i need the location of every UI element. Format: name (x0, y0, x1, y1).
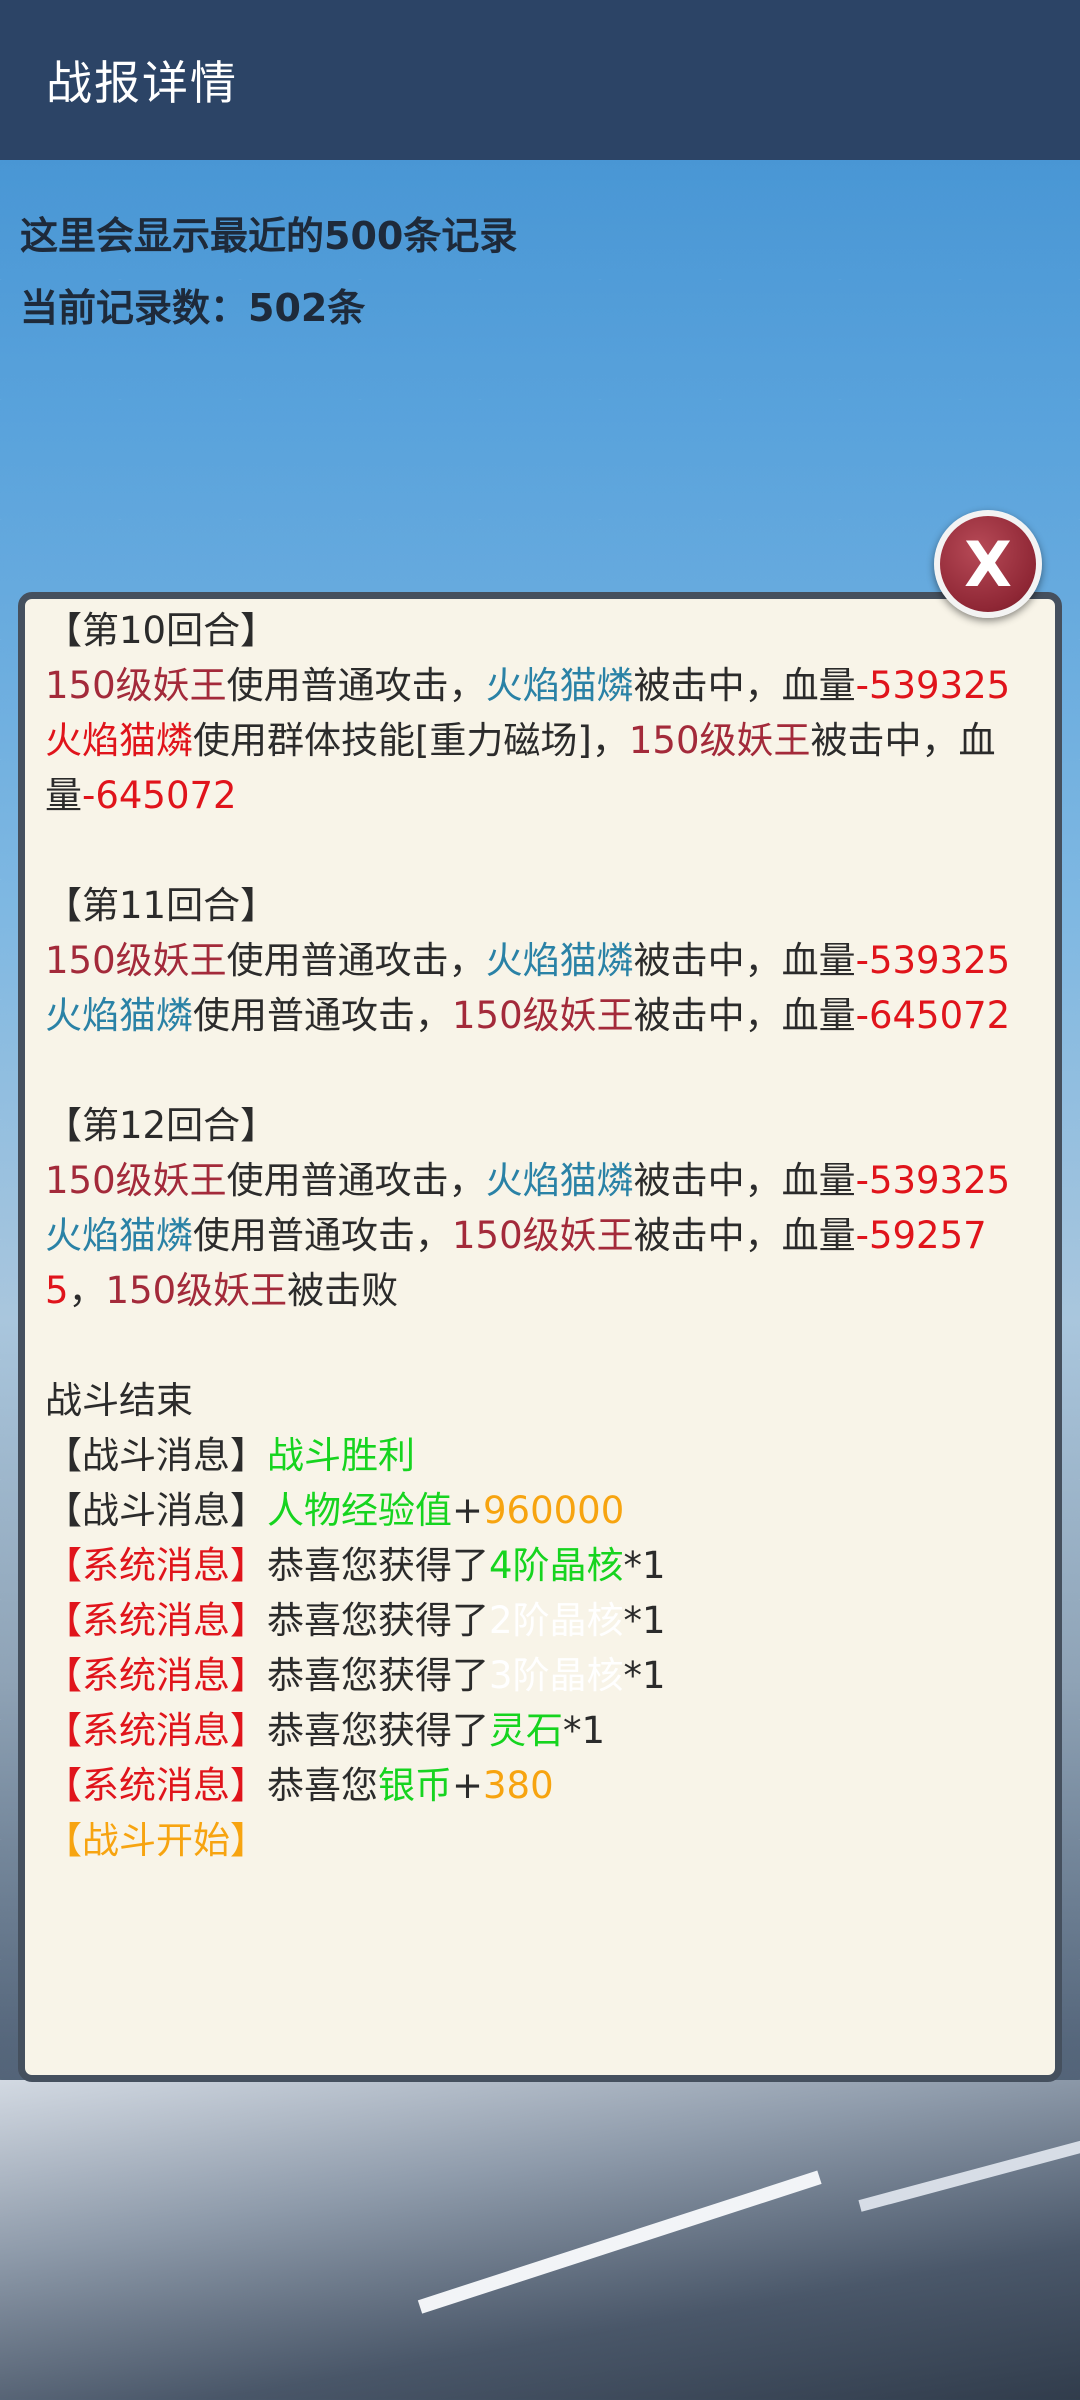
log-segment: 被击中，血量 (633, 994, 856, 1037)
log-line: 【第10回合】 (45, 603, 1037, 658)
log-segment: 【战斗消息】 (45, 1434, 267, 1477)
log-segment: 150级妖王 (45, 1159, 227, 1202)
log-segment: 被击中，血量 (633, 939, 856, 982)
log-segment: 【战斗开始】 (45, 1819, 267, 1862)
log-segment: 【战斗消息】 (45, 1489, 267, 1532)
background-floor (0, 2080, 1080, 2400)
log-segment: 使用普通攻击， (226, 664, 486, 707)
log-line: 【系统消息】恭喜您获得了灵石*1 (45, 1703, 1037, 1758)
log-spacer (45, 1043, 1037, 1098)
log-segment: 恭喜您获得了 (267, 1654, 489, 1697)
log-segment: 960000 (483, 1489, 625, 1532)
log-segment: -539325 (855, 664, 1011, 707)
log-segment: 火焰猫燐 (485, 664, 634, 707)
log-segment: 被击败 (287, 1269, 399, 1312)
log-line: 【系统消息】恭喜您获得了2阶晶核*1 (45, 1593, 1037, 1648)
log-segment: 战斗胜利 (267, 1434, 415, 1477)
log-segment: 150级妖王 (45, 939, 227, 982)
log-segment: 火焰猫燐 (45, 719, 193, 762)
log-segment: 恭喜您 (267, 1764, 378, 1807)
battle-log-list: 【第10回合】 150级妖王使用普通攻击，火焰猫燐被击中，血量-539325 火焰猫… (25, 599, 1055, 1868)
log-segment: + (452, 1764, 484, 1807)
log-line: 火焰猫燐使用群体技能[重力磁场]，150级妖王被击中，血量-645072 (45, 713, 1037, 823)
log-segment: 【系统消息】 (45, 1764, 267, 1807)
log-segment: 使用普通攻击， (226, 939, 486, 982)
log-segment: 火焰猫燐 (45, 1214, 193, 1257)
log-segment: 战斗结束 (45, 1379, 193, 1422)
log-segment: 【系统消息】 (45, 1654, 267, 1697)
log-segment: 150级妖王 (45, 664, 227, 707)
log-segment: -539325 (855, 939, 1011, 982)
log-segment: 火焰猫燐 (485, 1159, 634, 1202)
close-button[interactable]: X (934, 510, 1042, 618)
log-segment: 恭喜您获得了 (267, 1544, 489, 1587)
page-title: 战报详情 (46, 56, 238, 110)
log-segment: -645072 (82, 774, 237, 817)
log-line: 【战斗消息】战斗胜利 (45, 1428, 1037, 1483)
log-segment: 2阶晶核 (489, 1599, 624, 1642)
log-segment: 150级妖王 (105, 1269, 288, 1312)
log-segment: 被击中，血量 (633, 1159, 856, 1202)
log-segment: 3阶晶核 (489, 1654, 624, 1697)
log-segment: 被击中，血量 (633, 664, 856, 707)
log-segment: *1 (623, 1654, 666, 1697)
log-line: 150级妖王使用普通攻击，火焰猫燐被击中，血量-539325 (45, 658, 1037, 713)
log-segment: 150级妖王 (452, 994, 634, 1037)
log-line: 【系统消息】恭喜您获得了3阶晶核*1 (45, 1648, 1037, 1703)
log-line: 【战斗开始】 (45, 1813, 1037, 1868)
log-segment: *1 (623, 1544, 666, 1587)
log-line: 【第11回合】 (45, 878, 1037, 933)
header-bar: 战报详情 (0, 0, 1080, 160)
log-segment: 150级妖王 (452, 1214, 634, 1257)
log-segment: 380 (483, 1764, 554, 1807)
log-line: 【系统消息】恭喜您获得了4阶晶核*1 (45, 1538, 1037, 1593)
log-line: 【系统消息】恭喜您银币+380 (45, 1758, 1037, 1813)
log-segment: 恭喜您获得了 (267, 1599, 489, 1642)
log-segment: + (452, 1489, 484, 1532)
log-line: 【第12回合】 (45, 1098, 1037, 1153)
log-segment: 4阶晶核 (489, 1544, 624, 1587)
log-segment: 灵石 (489, 1709, 563, 1752)
log-segment: 【第12回合】 (45, 1104, 278, 1147)
log-segment: 使用群体技能[重力磁场]， (193, 719, 629, 762)
log-spacer (45, 1318, 1037, 1373)
log-segment: -539325 (855, 1159, 1011, 1202)
log-segment: 使用普通攻击， (193, 1214, 452, 1257)
log-segment: 火焰猫燐 (485, 939, 634, 982)
log-segment: 150级妖王 (628, 719, 811, 762)
log-spacer (45, 823, 1037, 878)
log-segment: 银币 (378, 1764, 452, 1807)
log-segment: 恭喜您获得了 (267, 1709, 489, 1752)
log-line: 战斗结束 (45, 1373, 1037, 1428)
log-segment: 【系统消息】 (45, 1544, 267, 1587)
log-segment: *1 (563, 1709, 606, 1752)
log-segment: 使用普通攻击， (226, 1159, 486, 1202)
log-segment: 人物经验值 (267, 1489, 452, 1532)
log-segment: *1 (623, 1599, 666, 1642)
log-line: 150级妖王使用普通攻击，火焰猫燐被击中，血量-539325 (45, 933, 1037, 988)
log-segment: 使用普通攻击， (193, 994, 452, 1037)
battle-log-panel[interactable]: 【第10回合】 150级妖王使用普通攻击，火焰猫燐被击中，血量-539325 火焰猫… (18, 592, 1062, 2082)
log-segment: 【第11回合】 (45, 884, 278, 927)
log-line: 【战斗消息】人物经验值+960000 (45, 1483, 1037, 1538)
record-limit-text: 这里会显示最近的500条记录 (20, 214, 518, 258)
log-line: 火焰猫燐使用普通攻击，150级妖王被击中，血量-592575，150级妖王被击败 (45, 1208, 1037, 1318)
log-line: 150级妖王使用普通攻击，火焰猫燐被击中，血量-539325 (45, 1153, 1037, 1208)
log-segment: 【系统消息】 (45, 1599, 267, 1642)
close-icon: X (964, 527, 1012, 601)
log-segment: 火焰猫燐 (45, 994, 193, 1037)
log-segment: 【系统消息】 (45, 1709, 267, 1752)
log-segment: ， (68, 1269, 106, 1312)
record-count-text: 当前记录数：502条 (20, 286, 366, 330)
log-segment: 被击中，血量 (633, 1214, 856, 1257)
log-segment: -645072 (855, 994, 1011, 1037)
log-line: 火焰猫燐使用普通攻击，150级妖王被击中，血量-645072 (45, 988, 1037, 1043)
record-info: 这里会显示最近的500条记录 当前记录数：502条 (20, 200, 517, 344)
log-segment: 【第10回合】 (45, 609, 278, 652)
